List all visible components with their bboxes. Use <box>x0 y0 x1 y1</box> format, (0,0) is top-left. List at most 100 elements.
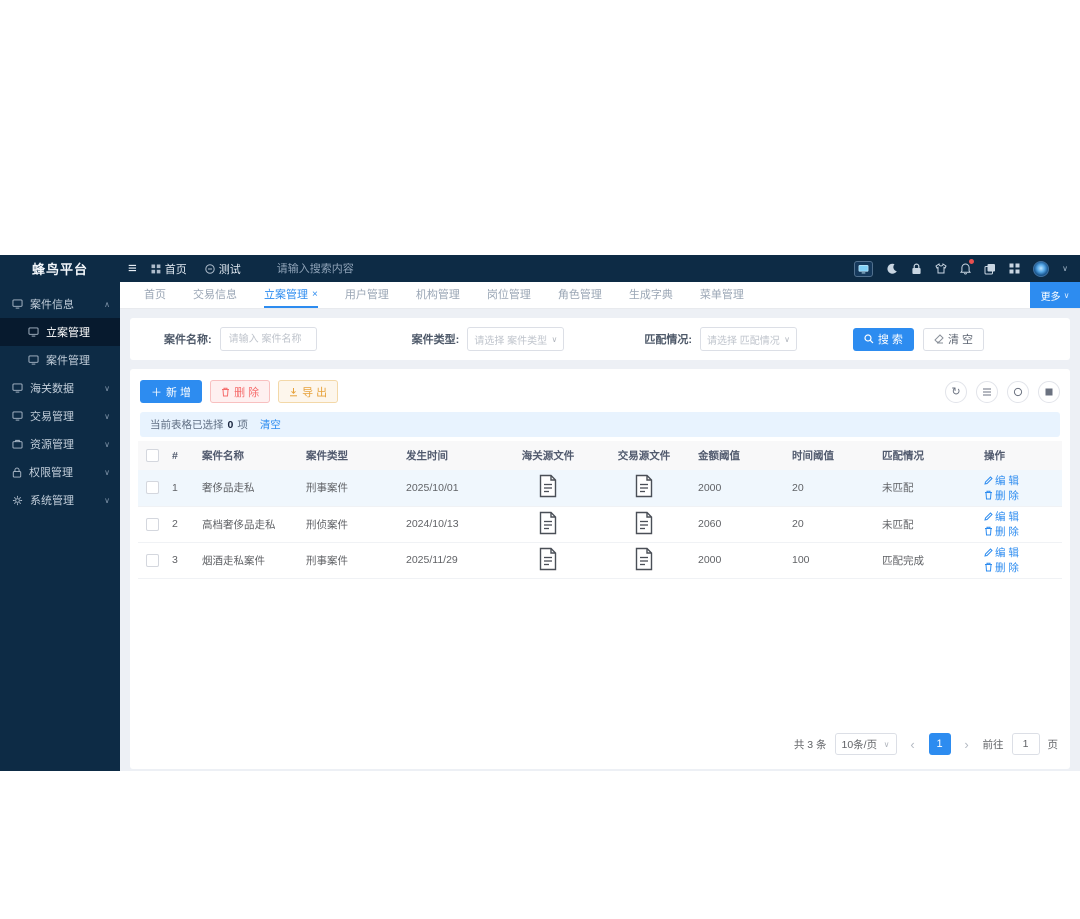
tab-menu-management[interactable]: 菜单管理 <box>700 282 744 308</box>
document-icon[interactable] <box>634 511 654 535</box>
document-icon[interactable] <box>634 474 654 498</box>
prev-page-button[interactable]: ‹ <box>905 737 921 752</box>
cell-date: 2025/11/29 <box>400 542 500 579</box>
tab-user-management[interactable]: 用户管理 <box>345 282 389 308</box>
delete-link[interactable]: 删 除 <box>984 488 1019 503</box>
tab-post-management[interactable]: 岗位管理 <box>487 282 531 308</box>
notification-bell-icon[interactable] <box>960 258 975 275</box>
filter-card: 案件名称: 案件类型: 请选择 案件类型 ∨ 匹配情况: 请选择 匹配情况 ∨ … <box>130 318 1070 360</box>
tab-filing-management[interactable]: 立案管理 × <box>264 282 318 308</box>
edit-link[interactable]: 编 辑 <box>984 473 1019 488</box>
document-icon[interactable] <box>538 547 558 571</box>
delete-button[interactable]: 删 除 <box>210 380 271 403</box>
theme-shirt-icon[interactable] <box>935 263 947 274</box>
chevron-down-icon: ∨ <box>551 334 558 344</box>
pagination: 共 3 条 10条/页 ∨ ‹ 1 › 前往 1 页 <box>794 733 1058 755</box>
tabs-more-button[interactable]: 更多 ∨ <box>1030 282 1080 308</box>
topnav-test-label: 测试 <box>218 263 241 276</box>
sidebar-item-label: 系统管理 <box>30 495 74 507</box>
document-icon[interactable] <box>634 547 654 571</box>
sidebar-item-system-management[interactable]: 系统管理 ∨ <box>0 486 120 514</box>
document-icon[interactable] <box>538 511 558 535</box>
add-button[interactable]: ＋ 新 增 <box>140 380 203 403</box>
density-icon[interactable] <box>976 380 998 403</box>
goto-suffix: 页 <box>1047 738 1059 751</box>
tab-org-management[interactable]: 机构管理 <box>416 282 460 308</box>
tab-label: 用户管理 <box>344 289 389 301</box>
page-size-value: 10条/页 <box>841 738 878 751</box>
cell-amount: 2000 <box>692 542 786 579</box>
match-status-select[interactable]: 请选择 匹配情况 ∨ <box>700 327 798 351</box>
col-case-name: 案件名称 <box>196 441 300 470</box>
col-time-threshold: 时间阈值 <box>786 441 876 470</box>
edit-link[interactable]: 编 辑 <box>984 545 1019 560</box>
row-checkbox[interactable] <box>145 517 159 531</box>
table-row: 3 烟酒走私案件 刑事案件 2025/11/29 2000 100 匹配完成 编… <box>138 542 1062 579</box>
close-icon[interactable]: × <box>312 289 318 300</box>
case-name-input[interactable] <box>219 327 317 351</box>
sidebar-item-case-management[interactable]: 案件管理 <box>0 346 120 374</box>
page-number-button[interactable]: 1 <box>928 733 951 755</box>
table-row: 2 高档奢侈品走私 刑侦案件 2024/10/13 2060 20 未匹配 编 … <box>138 506 1062 543</box>
sidebar-item-resource-management[interactable]: 资源管理 ∨ <box>0 430 120 458</box>
cases-table: # 案件名称 案件类型 发生时间 海关源文件 交易源文件 金额阈值 时间阈值 匹… <box>138 441 1062 579</box>
chevron-down-icon: ∨ <box>104 411 110 421</box>
sidebar-item-case-info[interactable]: 案件信息 ∧ <box>0 290 120 318</box>
topbar-icons: ∨ <box>854 258 1080 277</box>
add-button-label: 新 增 <box>166 386 192 399</box>
sidebar-item-trade-management[interactable]: 交易管理 ∨ <box>0 402 120 430</box>
topbar: 蜂鸟平台 ≡ 首页 测试 请输入搜索内容 ∨ <box>0 255 1080 282</box>
chevron-down-icon[interactable]: ∨ <box>1062 264 1068 273</box>
col-amount-threshold: 金额阈值 <box>692 441 786 470</box>
hamburger-menu-icon[interactable]: ≡ <box>128 260 137 277</box>
tab-home[interactable]: 首页 <box>144 282 166 308</box>
search-button[interactable]: 搜 索 <box>852 327 914 351</box>
global-search-input[interactable] <box>276 262 397 275</box>
search-button-label: 搜 索 <box>877 334 903 346</box>
col-actions: 操作 <box>978 441 1062 470</box>
goto-page-input[interactable]: 1 <box>1011 733 1040 755</box>
document-icon[interactable] <box>538 474 558 498</box>
col-match-status: 匹配情况 <box>876 441 978 470</box>
topnav-test[interactable]: 测试 <box>205 261 241 277</box>
selection-clear-link[interactable]: 清空 <box>260 417 281 432</box>
cell-amount: 2060 <box>692 506 786 543</box>
delete-label: 删 除 <box>995 525 1019 538</box>
delete-link[interactable]: 删 除 <box>984 524 1019 539</box>
tab-gen-dict[interactable]: 生成字典 <box>629 282 673 308</box>
cell-case-type: 刑事案件 <box>300 542 400 579</box>
case-type-select[interactable]: 请选择 案件类型 ∨ <box>467 327 565 351</box>
row-checkbox[interactable] <box>145 481 159 495</box>
next-page-button[interactable]: › <box>959 737 975 752</box>
topnav-home[interactable]: 首页 <box>151 261 187 277</box>
fullscreen-icon[interactable] <box>1007 380 1029 403</box>
tab-label: 生成字典 <box>628 289 673 301</box>
lock-icon[interactable] <box>911 263 922 275</box>
dark-mode-moon-icon[interactable] <box>886 263 898 275</box>
case-type-label: 案件类型: <box>411 334 460 346</box>
row-checkbox[interactable] <box>145 553 159 567</box>
page-size-select[interactable]: 10条/页 ∨ <box>834 733 897 755</box>
edit-link[interactable]: 编 辑 <box>984 509 1019 524</box>
sidebar-item-filing-management[interactable]: 立案管理 <box>0 318 120 346</box>
column-settings-icon[interactable] <box>1038 380 1060 403</box>
cell-date: 2024/10/13 <box>400 506 500 543</box>
cell-match-status: 未匹配 <box>876 506 978 543</box>
clear-button[interactable]: 清 空 <box>922 327 984 351</box>
tab-trade-info[interactable]: 交易信息 <box>193 282 237 308</box>
tab-label: 角色管理 <box>557 289 602 301</box>
apps-grid-icon[interactable] <box>1009 263 1020 274</box>
refresh-icon[interactable]: ↻ <box>945 380 967 403</box>
sidebar-item-permission-management[interactable]: 权限管理 ∨ <box>0 458 120 486</box>
export-button[interactable]: 导 出 <box>278 380 339 403</box>
delete-link[interactable]: 删 除 <box>984 560 1019 575</box>
sidebar-item-customs-data[interactable]: 海关数据 ∨ <box>0 374 120 402</box>
user-avatar[interactable] <box>1033 260 1050 277</box>
tab-label: 首页 <box>144 289 166 301</box>
lock-icon <box>12 467 22 478</box>
delete-label: 删 除 <box>995 561 1019 574</box>
copy-files-icon[interactable] <box>984 263 996 275</box>
tab-role-management[interactable]: 角色管理 <box>558 282 602 308</box>
screen-lock-icon[interactable] <box>854 260 874 277</box>
select-all-checkbox[interactable] <box>145 449 159 462</box>
